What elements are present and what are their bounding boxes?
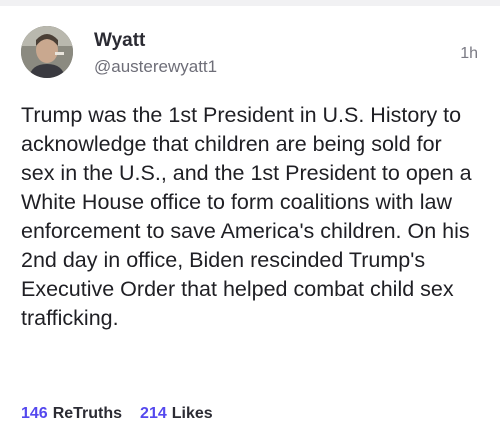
retruths-stat[interactable]: 146 ReTruths bbox=[21, 406, 122, 422]
retruths-count: 146 bbox=[21, 405, 48, 422]
post-stats: 146 ReTruths 214 Likes bbox=[21, 406, 213, 422]
likes-label: Likes bbox=[171, 405, 213, 422]
likes-count: 214 bbox=[140, 405, 167, 422]
avatar[interactable] bbox=[21, 26, 73, 78]
retruths-label: ReTruths bbox=[52, 405, 123, 422]
avatar-image bbox=[21, 26, 73, 78]
post-card[interactable]: Wyatt @austerewyatt1 1h Trump was the 1s… bbox=[0, 6, 500, 429]
author-handle[interactable]: @austerewyatt1 bbox=[94, 58, 217, 75]
post-timestamp: 1h bbox=[460, 45, 478, 62]
post-text: Trump was the 1st President in U.S. Hist… bbox=[21, 103, 472, 330]
likes-stat[interactable]: 214 Likes bbox=[140, 406, 213, 422]
author-display-name[interactable]: Wyatt bbox=[94, 31, 145, 50]
